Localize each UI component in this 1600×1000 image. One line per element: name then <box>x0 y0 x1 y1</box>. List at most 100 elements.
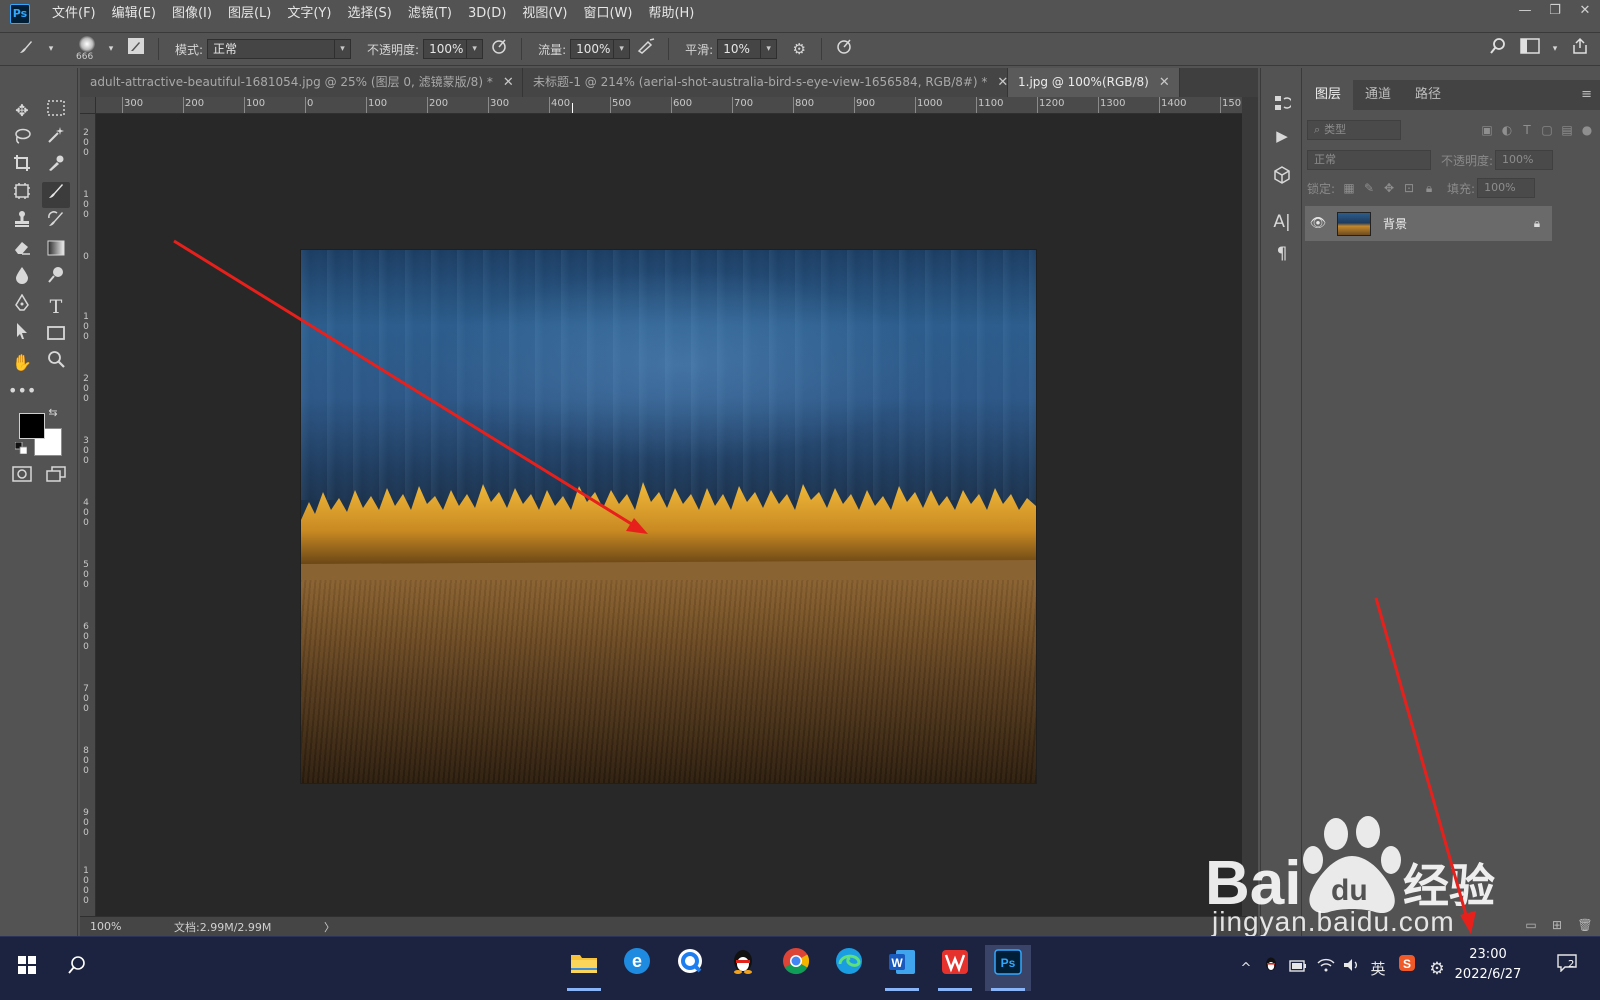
chevron-down-icon[interactable]: ▾ <box>106 37 116 61</box>
brush-preset-icon[interactable] <box>14 37 38 61</box>
new-layer-icon[interactable]: ⊞ <box>1544 918 1570 932</box>
type-tool-icon[interactable]: T <box>42 294 70 320</box>
fill-input[interactable]: 100% <box>1477 178 1536 198</box>
eyedropper-tool-icon[interactable] <box>42 154 70 180</box>
quick-mask-icon[interactable] <box>8 464 36 490</box>
search-icon[interactable] <box>54 945 100 991</box>
workspace-icon[interactable] <box>1518 37 1542 61</box>
tab-document-2[interactable]: 未标题-1 @ 214% (aerial-shot-australia-bird… <box>523 68 1008 97</box>
flow-input[interactable]: 100% <box>570 39 615 59</box>
vertical-scrollbar[interactable] <box>1242 97 1258 916</box>
blend-mode-select[interactable]: 正常 <box>1307 150 1431 170</box>
chevron-down-icon[interactable]: ▾ <box>761 39 778 59</box>
chevron-down-icon[interactable]: ▾ <box>614 39 631 59</box>
pen-tool-icon[interactable] <box>8 293 36 320</box>
menu-view[interactable]: 视图(V) <box>514 0 575 28</box>
zoom-tool-icon[interactable] <box>42 350 70 376</box>
chrome-icon[interactable] <box>773 945 819 991</box>
stamp-tool-icon[interactable] <box>8 210 36 236</box>
panel-menu-icon[interactable]: ≡ <box>1573 80 1600 110</box>
eraser-tool-icon[interactable] <box>8 238 36 264</box>
gradient-tool-icon[interactable] <box>42 238 70 264</box>
qq-browser-icon[interactable] <box>667 945 713 991</box>
gear-icon[interactable]: ⚙ <box>1426 937 1448 1000</box>
lock-icon[interactable]: 🔒︎ <box>1522 216 1552 231</box>
ruler-corner[interactable] <box>80 97 96 114</box>
chevron-down-icon[interactable]: ▾ <box>335 39 352 59</box>
new-group-icon[interactable]: ▭ <box>1518 918 1544 932</box>
rectangle-tool-icon[interactable] <box>42 322 70 348</box>
layer-filter-select[interactable]: ⌕ 类型 <box>1307 120 1401 140</box>
foreground-color-swatch[interactable] <box>19 413 45 439</box>
smoothing-input[interactable]: 10% <box>717 39 762 59</box>
ie-browser-icon[interactable]: e <box>614 945 660 991</box>
layer-row-background[interactable]: 👁︎ 背景 🔒︎ <box>1305 206 1552 241</box>
brush-tool-icon[interactable] <box>42 182 70 208</box>
character-panel-icon[interactable]: A| <box>1270 210 1294 234</box>
lock-transparency-icon[interactable]: ▦ <box>1339 181 1359 195</box>
tab-layers[interactable]: 图层 <box>1303 80 1354 110</box>
close-icon[interactable]: ✕ <box>1159 68 1170 97</box>
menu-help[interactable]: 帮助(H) <box>640 0 702 28</box>
chevron-down-icon[interactable]: ▾ <box>467 39 484 59</box>
filter-type-icon[interactable]: T <box>1517 123 1537 137</box>
lock-artboard-icon[interactable]: ⊡ <box>1399 181 1419 195</box>
more-tools-icon[interactable]: ••• <box>8 378 36 404</box>
lock-position-icon[interactable]: ✥ <box>1379 181 1399 195</box>
panel-opacity-input[interactable]: 100% <box>1495 150 1554 170</box>
wifi-icon[interactable] <box>1316 937 1336 1000</box>
menu-type[interactable]: 文字(Y) <box>279 0 339 28</box>
menu-edit[interactable]: 编辑(E) <box>104 0 164 28</box>
notification-center-icon[interactable]: 2 <box>1552 937 1582 1000</box>
marquee-tool-icon[interactable] <box>42 98 70 124</box>
eye-icon[interactable]: 👁︎ <box>1305 216 1331 231</box>
opacity-input[interactable]: 100% <box>423 39 468 59</box>
filter-toggle-icon[interactable]: ● <box>1577 123 1597 137</box>
menu-filter[interactable]: 滤镜(T) <box>400 0 460 28</box>
brush-settings-panel-icon[interactable] <box>124 37 148 61</box>
pressure-size-icon[interactable] <box>832 37 856 61</box>
sogou-input-icon[interactable]: S <box>1396 937 1418 1000</box>
brush-size-picker[interactable]: 666 <box>72 34 102 64</box>
move-tool-icon[interactable]: ✥ <box>8 98 36 124</box>
path-selection-tool-icon[interactable] <box>8 322 36 348</box>
share-icon[interactable] <box>1568 37 1592 61</box>
photoshop-icon[interactable]: Ps <box>985 945 1031 991</box>
tab-paths[interactable]: 路径 <box>1403 80 1453 110</box>
paragraph-panel-icon[interactable]: ¶ <box>1270 242 1294 266</box>
screen-mode-icon[interactable] <box>42 464 70 490</box>
pressure-opacity-icon[interactable] <box>487 37 511 61</box>
crop-tool-icon[interactable] <box>8 154 36 180</box>
blur-tool-icon[interactable] <box>8 266 36 292</box>
menu-window[interactable]: 窗口(W) <box>575 0 640 28</box>
volume-icon[interactable] <box>1342 937 1362 1000</box>
delete-layer-icon[interactable]: 🗑︎ <box>1570 918 1600 932</box>
document-image[interactable] <box>301 250 1036 783</box>
battery-icon[interactable] <box>1288 937 1308 1000</box>
horizontal-ruler[interactable]: 300 200 100 0 100 200 300 400 500 600 70… <box>96 97 1242 114</box>
filter-smart-object-icon[interactable]: ▤ <box>1557 123 1577 137</box>
default-colors-icon[interactable] <box>14 441 28 456</box>
canvas-area[interactable] <box>96 114 1242 916</box>
tab-document-3[interactable]: 1.jpg @ 100%(RGB/8) ✕ <box>1008 68 1180 97</box>
dodge-tool-icon[interactable] <box>42 266 70 292</box>
menu-select[interactable]: 选择(S) <box>339 0 399 28</box>
close-button[interactable]: ✕ <box>1570 0 1600 24</box>
input-language-indicator[interactable]: 英 <box>1368 937 1388 1000</box>
menu-layer[interactable]: 图层(L) <box>220 0 279 28</box>
file-explorer-icon[interactable] <box>561 945 607 991</box>
close-icon[interactable]: ✕ <box>997 68 1008 97</box>
magic-wand-tool-icon[interactable] <box>42 126 70 152</box>
tab-document-1[interactable]: adult-attractive-beautiful-1681054.jpg @… <box>80 68 523 97</box>
menu-image[interactable]: 图像(I) <box>164 0 220 28</box>
hand-tool-icon[interactable]: ✋ <box>8 350 36 376</box>
filter-adjustment-icon[interactable]: ◐ <box>1497 123 1517 137</box>
airbrush-icon[interactable] <box>634 37 658 61</box>
lock-all-icon[interactable]: 🔒︎ <box>1419 181 1439 196</box>
close-icon[interactable]: ✕ <box>503 68 514 97</box>
vertical-ruler[interactable]: 200 100 0 100 200 300 400 500 600 700 80… <box>80 114 96 916</box>
status-menu-arrow[interactable]: 〉 <box>324 919 335 935</box>
actions-play-icon[interactable]: ▶ <box>1270 124 1294 148</box>
tray-qq-icon[interactable] <box>1262 937 1280 1000</box>
gear-icon[interactable]: ⚙ <box>787 37 811 61</box>
